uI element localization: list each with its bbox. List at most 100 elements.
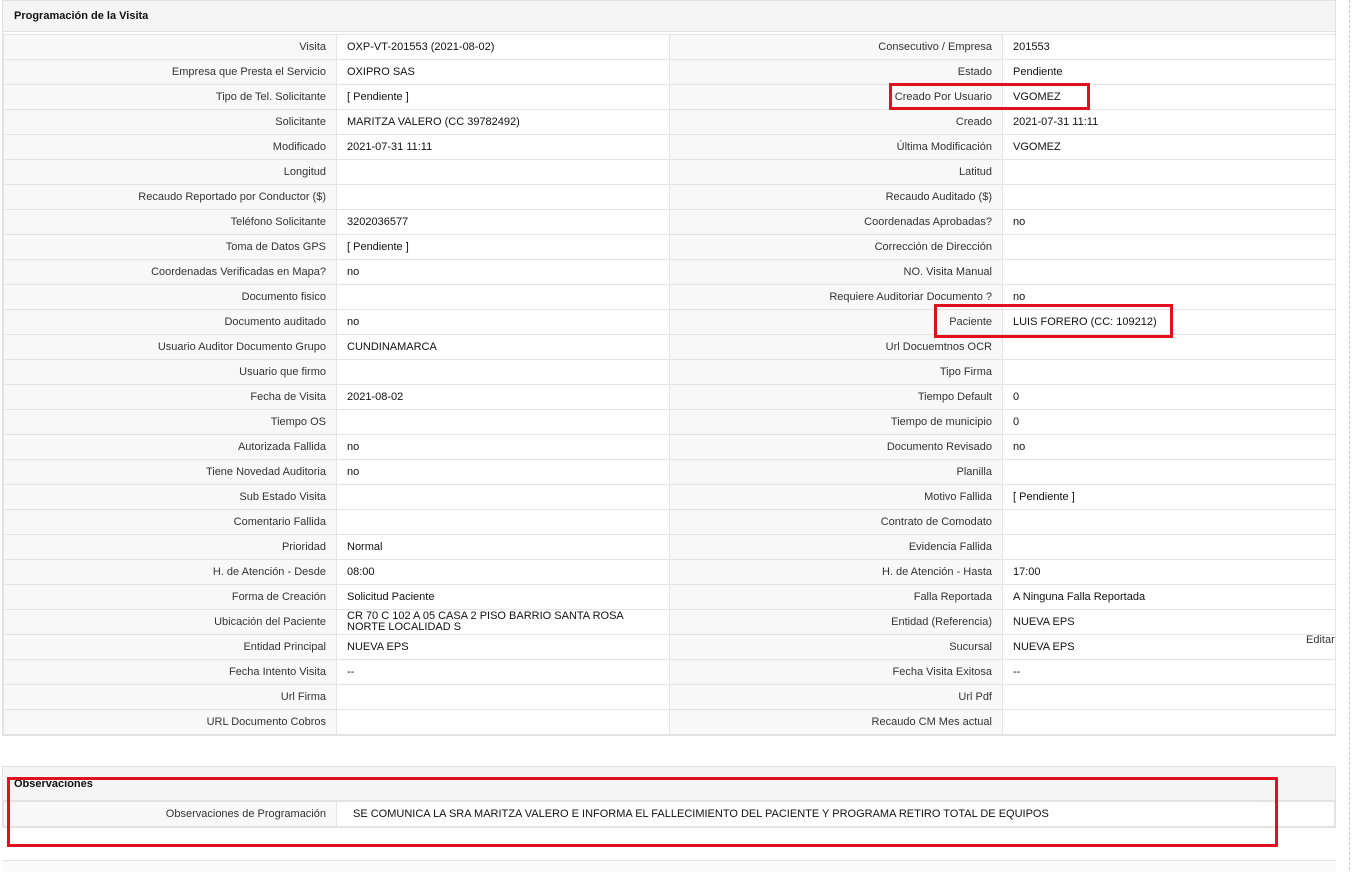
field-label: Corrección de Dirección — [669, 234, 1003, 260]
field-label: H. de Atención - Desde — [3, 559, 337, 585]
field-value: OXP-VT-201553 (2021-08-02) — [336, 34, 670, 60]
field-label: Toma de Datos GPS — [3, 234, 337, 260]
table-row: Tiempo OS Tiempo de municipio 0 — [3, 409, 1336, 435]
table-row: Documento fisico Requiere Auditoriar Docu… — [3, 284, 1336, 310]
field-value: -- — [1002, 659, 1336, 685]
field-value: 3202036577 — [336, 209, 670, 235]
field-label: Forma de Creación — [3, 584, 337, 610]
field-label: URL Documento Cobros — [3, 709, 337, 735]
field-value: no — [336, 309, 670, 335]
page-scroll-guide — [1349, 0, 1350, 870]
field-value: 17:00 — [1002, 559, 1336, 585]
field-value: OXIPRO SAS — [336, 59, 670, 85]
field-label: Coordenadas Aprobadas? — [669, 209, 1003, 235]
field-label: Creado — [669, 109, 1003, 135]
table-row: Empresa que Presta el Servicio OXIPRO SAS… — [3, 59, 1336, 85]
field-value — [1002, 709, 1336, 735]
field-value: 2021-07-31 11:11 — [336, 134, 670, 160]
field-value — [336, 709, 670, 735]
field-value — [1002, 459, 1336, 485]
field-label: Motivo Fallida — [669, 484, 1003, 510]
table-row: H. de Atención - Desde 08:00 H. de Atenció… — [3, 559, 1336, 585]
field-label: Creado Por Usuario — [669, 84, 1003, 110]
observaciones-title: Observaciones — [3, 767, 1335, 801]
field-value: CUNDINAMARCA — [336, 334, 670, 360]
programacion-title: Programación de la Visita — [3, 1, 1335, 32]
field-label: Tiene Novedad Auditoria — [3, 459, 337, 485]
field-label: Tiempo OS — [3, 409, 337, 435]
field-value: NUEVA EPS — [1002, 634, 1336, 660]
table-row: Tipo de Tel. Solicitante[ Pendiente ] Cre… — [3, 84, 1336, 110]
field-label: Modificado — [3, 134, 337, 160]
field-value: VGOMEZ — [1002, 84, 1336, 110]
editar-link[interactable]: Editar — [1306, 634, 1335, 646]
field-value: no — [1002, 434, 1336, 460]
field-value — [1002, 359, 1336, 385]
field-value: no — [336, 434, 670, 460]
field-value: [ Pendiente ] — [336, 234, 670, 260]
field-label: Sub Estado Visita — [3, 484, 337, 510]
field-value: [ Pendiente ] — [1002, 484, 1336, 510]
field-value — [1002, 509, 1336, 535]
table-row: Visita OXP-VT-201553 (2021-08-02) Consecut… — [3, 34, 1336, 60]
field-label: Url Firma — [3, 684, 337, 710]
observaciones-value: SE COMUNICA LA SRA MARITZA VALERO E INFO… — [336, 801, 1335, 827]
field-label: Falla Reportada — [669, 584, 1003, 610]
field-label: Solicitante — [3, 109, 337, 135]
field-label: Recaudo Reportado por Conductor ($) — [3, 184, 337, 210]
field-value: 08:00 — [336, 559, 670, 585]
field-value: NUEVA EPS — [336, 634, 670, 660]
field-label: Fecha Visita Exitosa — [669, 659, 1003, 685]
next-panel-edge — [2, 860, 1336, 872]
field-label: Recaudo Auditado ($) — [669, 184, 1003, 210]
field-value: 2021-08-02 — [336, 384, 670, 410]
field-value: [ Pendiente ] — [336, 84, 670, 110]
field-value: no — [1002, 209, 1336, 235]
field-label: Documento fisico — [3, 284, 337, 310]
field-value — [336, 509, 670, 535]
field-value — [336, 409, 670, 435]
observaciones-table: Observaciones de Programación SE COMUNIC… — [3, 801, 1335, 827]
field-label: Visita — [3, 34, 337, 60]
table-row: Tiene Novedad Auditoria no Planilla — [3, 459, 1336, 485]
field-label: Tipo de Tel. Solicitante — [3, 84, 337, 110]
field-label: Paciente — [669, 309, 1003, 335]
field-label: Teléfono Solicitante — [3, 209, 337, 235]
field-value: A Ninguna Falla Reportada — [1002, 584, 1336, 610]
field-value: Solicitud Paciente — [336, 584, 670, 610]
field-value: VGOMEZ — [1002, 134, 1336, 160]
table-row: Longitud Latitud — [3, 159, 1336, 185]
field-value — [336, 359, 670, 385]
field-label: H. de Atención - Hasta — [669, 559, 1003, 585]
table-row: Modificado 2021-07-31 11:11 Última Modific… — [3, 134, 1336, 160]
observaciones-label: Observaciones de Programación — [3, 801, 337, 827]
field-value: MARITZA VALERO (CC 39782492) — [336, 109, 670, 135]
field-value — [1002, 184, 1336, 210]
field-label: Evidencia Fallida — [669, 534, 1003, 560]
field-label: Tiempo de municipio — [669, 409, 1003, 435]
field-value: no — [1002, 284, 1336, 310]
field-value — [1002, 334, 1336, 360]
field-value: Pendiente — [1002, 59, 1336, 85]
observaciones-panel: Observaciones Observaciones de Programac… — [2, 766, 1336, 828]
field-value — [1002, 534, 1336, 560]
field-value: LUIS FORERO (CC: 109212) — [1002, 309, 1336, 335]
field-label: Contrato de Comodato — [669, 509, 1003, 535]
table-row: Fecha Intento Visita -- Fecha Visita Exit… — [3, 659, 1336, 685]
field-label: Longitud — [3, 159, 337, 185]
table-row: Entidad Principal NUEVA EPS Sucursal NUEVA … — [3, 634, 1336, 660]
field-label: Requiere Auditoriar Documento ? — [669, 284, 1003, 310]
field-value: NUEVA EPS — [1002, 609, 1336, 635]
field-label: Usuario Auditor Documento Grupo — [3, 334, 337, 360]
field-value — [336, 159, 670, 185]
field-label: Última Modificación — [669, 134, 1003, 160]
field-value: no — [336, 459, 670, 485]
field-value: 2021-07-31 11:11 — [1002, 109, 1336, 135]
programacion-table: Visita OXP-VT-201553 (2021-08-02) Consecut… — [3, 34, 1336, 735]
field-label: Autorizada Fallida — [3, 434, 337, 460]
field-label: Entidad (Referencia) — [669, 609, 1003, 635]
field-label: Entidad Principal — [3, 634, 337, 660]
field-value: 0 — [1002, 409, 1336, 435]
field-value: 201553 — [1002, 34, 1336, 60]
table-row: Fecha de Visita 2021-08-02 Tiempo Default… — [3, 384, 1336, 410]
